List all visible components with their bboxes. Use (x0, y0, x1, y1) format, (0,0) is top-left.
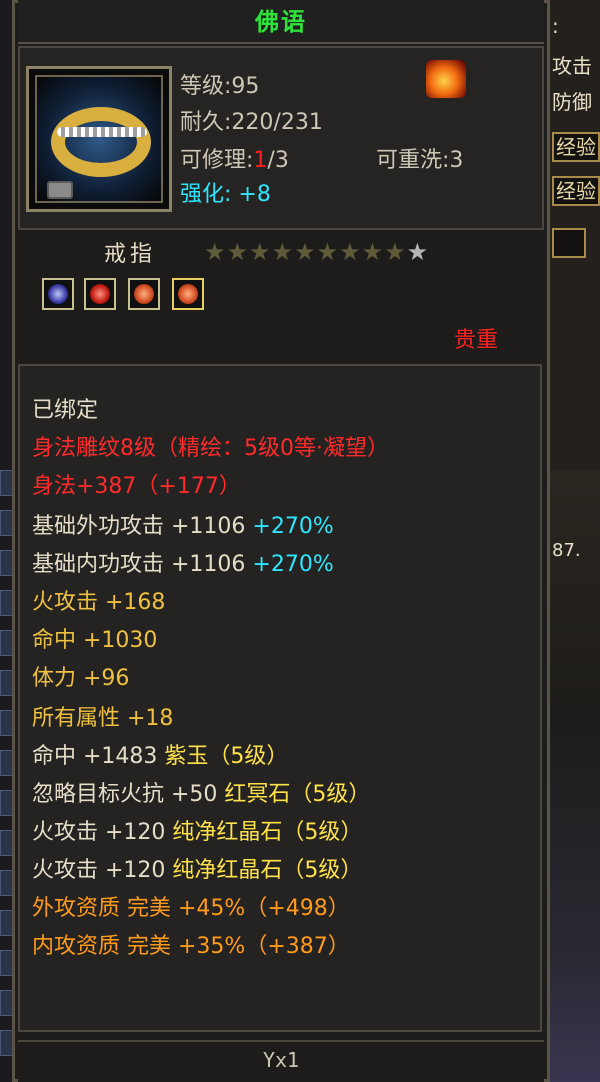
gem-line-3: 火攻击 +120 纯净红晶石（5级） (32, 820, 363, 845)
item-repairable: 可修理:1/3 (180, 148, 289, 173)
item-level: 等级:95 (180, 74, 260, 99)
ring-diamond-band (57, 127, 147, 137)
engrave-line: 身法雕纹8级（精绘：5级0等·凝望） (32, 436, 389, 461)
fire-attack-line: 火攻击 +168 (32, 590, 166, 615)
item-rewash: 可重洗:3 (376, 148, 464, 173)
gem-socket-icon-purple (42, 278, 74, 310)
side-number: 87. (552, 540, 581, 561)
exp-button-1[interactable]: 经验 (552, 132, 600, 162)
star-icon: ★ (294, 238, 317, 266)
star-rating: ★★★★★★★★★★ (204, 238, 429, 266)
base-inner-attack: 基础内功攻击 +1106 +270% (32, 552, 334, 577)
tooltip-footer: Yx1 (18, 1040, 544, 1082)
item-icon-frame (26, 66, 172, 212)
exp-button-2[interactable]: 经验 (552, 176, 600, 206)
side-defense-label: 防御 (552, 90, 592, 114)
star-icon-empty: ★ (406, 238, 430, 266)
stamina-line: 体力 +96 (32, 666, 130, 691)
aptitude-inner-line: 内攻资质 完美 +35%（+387） (32, 934, 350, 959)
scene-background (544, 470, 600, 1082)
side-colon: : (552, 14, 559, 38)
ring-shape (51, 107, 151, 177)
tab-button[interactable] (552, 228, 586, 258)
star-icon: ★ (249, 238, 272, 266)
shenfa-line: 身法+387（+177） (32, 474, 241, 499)
base-outer-attack: 基础外功攻击 +1106 +270% (32, 514, 334, 539)
item-rarity: 贵重 (454, 328, 499, 353)
star-icon: ★ (384, 238, 407, 266)
star-icon: ★ (339, 238, 362, 266)
side-attack-label: 攻击 (552, 54, 592, 78)
star-icon: ★ (204, 238, 227, 266)
set-bonus-icon[interactable] (426, 60, 466, 98)
star-icon: ★ (226, 238, 250, 266)
gem-line-4: 火攻击 +120 纯净红晶石（5级） (32, 858, 363, 883)
hit-line: 命中 +1030 (32, 628, 158, 653)
star-icon: ★ (316, 238, 340, 266)
tooltip-title-bar: 佛语 (18, 0, 544, 44)
aptitude-outer-line: 外攻资质 完美 +45%（+498） (32, 896, 350, 921)
item-durability: 耐久:220/231 (180, 110, 323, 135)
gem-socket-icon-red (84, 278, 116, 310)
item-enhance: 强化: +8 (180, 182, 271, 207)
lock-icon (47, 181, 73, 199)
star-icon: ★ (271, 238, 295, 266)
item-name: 佛语 (255, 8, 307, 36)
gem-line-1: 命中 +1483 紫玉（5级） (32, 744, 289, 769)
all-attributes-line: 所有属性 +18 (32, 706, 174, 731)
gem-line-2: 忽略目标火抗 +50 红冥石（5级） (32, 782, 371, 807)
gem-socket-icon-red-crystal (172, 278, 204, 310)
item-type: 戒指 (104, 242, 157, 267)
footer-text: Yx1 (262, 1048, 300, 1072)
star-icon: ★ (361, 238, 385, 266)
ring-item-icon (35, 75, 163, 203)
bound-status: 已绑定 (32, 398, 99, 423)
gem-socket-icon-red-crystal (128, 278, 160, 310)
